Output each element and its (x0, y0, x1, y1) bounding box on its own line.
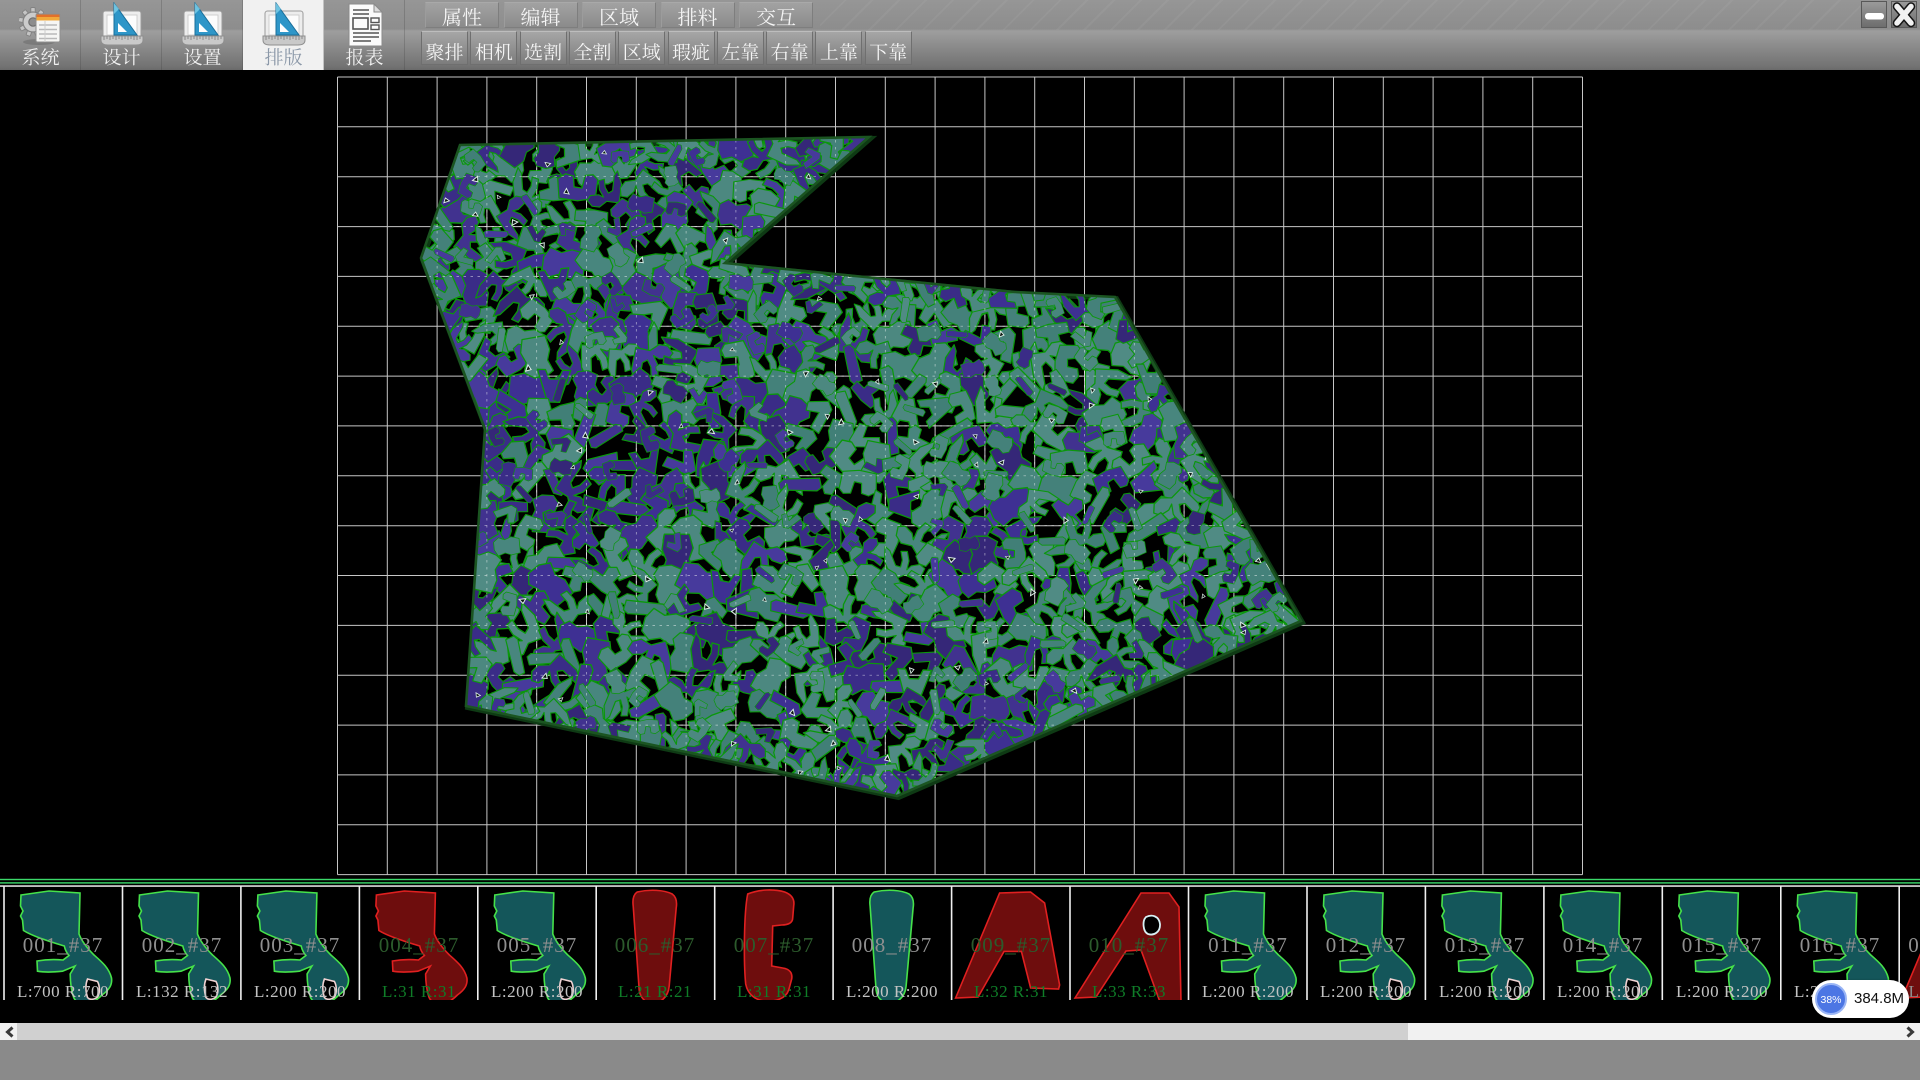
svg-text:009_#37: 009_#37 (971, 933, 1052, 957)
svg-text:L:31 R:31: L:31 R:31 (737, 982, 811, 1000)
svg-text:L:200 R:200: L:200 R:200 (1202, 982, 1294, 1000)
svg-text:L:200 R:200: L:200 R:200 (254, 982, 346, 1000)
svg-text:L:21 R:21: L:21 R:21 (618, 982, 692, 1000)
svg-text:012_#37: 012_#37 (1326, 933, 1407, 957)
svg-text:L: L (1909, 982, 1920, 1000)
svg-text:002_#37: 002_#37 (142, 933, 223, 957)
svg-text:L:200 R:200: L:200 R:200 (1439, 982, 1531, 1000)
svg-text:014_#37: 014_#37 (1563, 933, 1644, 957)
svg-text:L:200 R:200: L:200 R:200 (1557, 982, 1649, 1000)
svg-text:0: 0 (1908, 933, 1920, 957)
svg-text:L:700 R:700: L:700 R:700 (17, 982, 109, 1000)
svg-text:L:132 R:132: L:132 R:132 (136, 982, 228, 1000)
svg-text:003_#37: 003_#37 (260, 933, 341, 957)
svg-text:L:33 R:33: L:33 R:33 (1092, 982, 1166, 1000)
svg-text:007_#37: 007_#37 (734, 933, 815, 957)
svg-text:004_#37: 004_#37 (379, 933, 460, 957)
svg-text:016_#37: 016_#37 (1800, 933, 1881, 957)
svg-text:L:200 R:200: L:200 R:200 (491, 982, 583, 1000)
svg-text:015_#37: 015_#37 (1682, 933, 1763, 957)
svg-text:L:200 R:200: L:200 R:200 (846, 982, 938, 1000)
svg-text:013_#37: 013_#37 (1445, 933, 1526, 957)
svg-text:010_#37: 010_#37 (1089, 933, 1170, 957)
svg-text:L:200 R:200: L:200 R:200 (1320, 982, 1412, 1000)
svg-text:L:31 R:31: L:31 R:31 (382, 982, 456, 1000)
svg-text:L:32 R:31: L:32 R:31 (974, 982, 1048, 1000)
svg-text:011_#37: 011_#37 (1208, 933, 1288, 957)
svg-text:001_#37: 001_#37 (23, 933, 104, 957)
svg-text:L:200 R:200: L:200 R:200 (1676, 982, 1768, 1000)
svg-text:008_#37: 008_#37 (852, 933, 933, 957)
svg-text:005_#37: 005_#37 (497, 933, 578, 957)
svg-text:006_#37: 006_#37 (615, 933, 696, 957)
